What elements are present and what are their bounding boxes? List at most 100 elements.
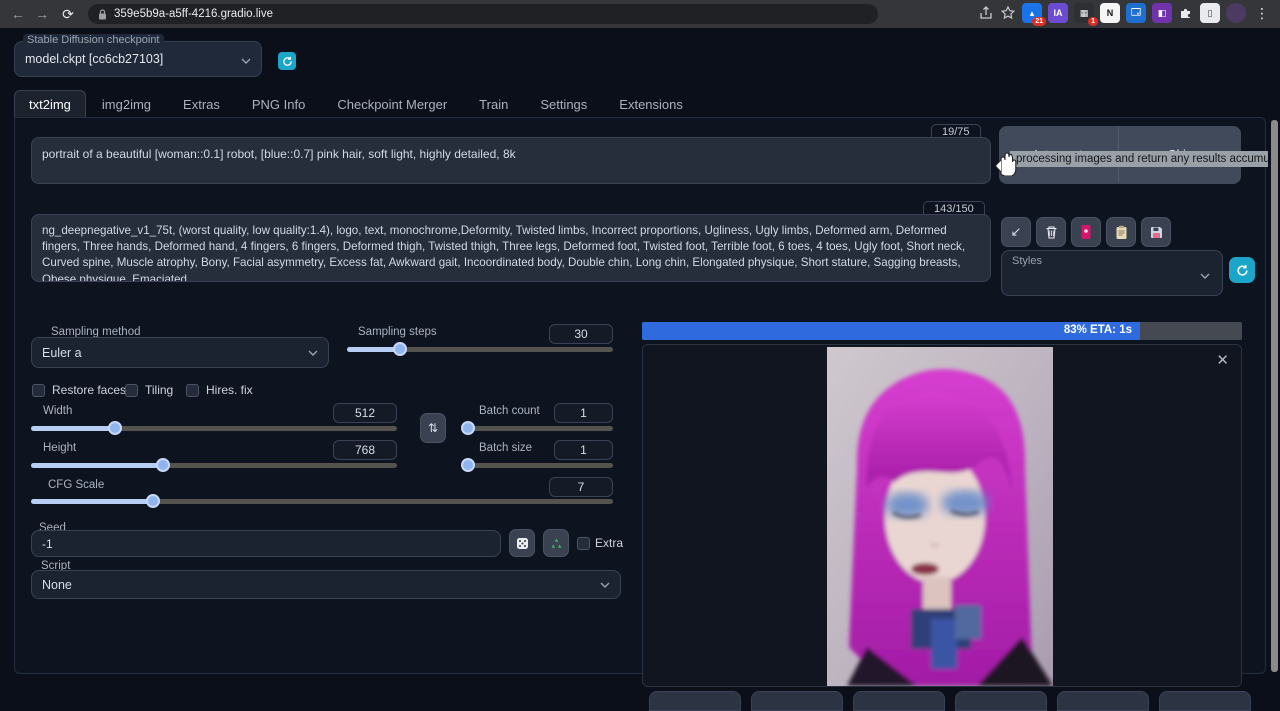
save-style-button[interactable]: [1141, 217, 1171, 247]
bookmark-star-icon[interactable]: [1000, 5, 1016, 21]
restore-faces-checkbox[interactable]: [32, 384, 45, 397]
chevron-down-icon: [308, 350, 318, 356]
save-button[interactable]: [649, 691, 741, 711]
stable-diffusion-webui: Stable Diffusion checkpoint model.ckpt […: [0, 28, 1280, 674]
dice-icon: [516, 537, 529, 550]
extension-badge: 21: [1032, 17, 1046, 26]
sampling-steps-slider[interactable]: [347, 347, 613, 352]
tiling-label: Tiling: [145, 383, 173, 397]
checkpoint-dropdown[interactable]: Stable Diffusion checkpoint model.ckpt […: [14, 41, 262, 77]
tab-txt2img[interactable]: txt2img: [14, 90, 86, 118]
hand-cursor: [992, 146, 1018, 176]
height-label: Height: [43, 442, 76, 454]
sampling-steps-label: Sampling steps: [358, 326, 437, 338]
back-icon[interactable]: ←: [8, 4, 28, 24]
forward-icon[interactable]: →: [32, 4, 52, 24]
page-scrollbar[interactable]: [1271, 120, 1278, 672]
address-bar[interactable]: 359e5b9a-a5ff-4216.gradio.live: [88, 4, 878, 24]
reuse-seed-button[interactable]: [543, 529, 569, 557]
batch-count-value[interactable]: 1: [554, 403, 613, 423]
recycle-icon: [550, 537, 563, 550]
sampling-method-value: Euler a: [42, 346, 82, 360]
random-seed-button[interactable]: [509, 529, 535, 557]
chrome-menu-icon[interactable]: ⋮: [1252, 3, 1272, 23]
side-panel-icon[interactable]: ▯: [1200, 3, 1220, 23]
tab-extras[interactable]: Extras: [167, 91, 236, 118]
send-to-inpaint-button[interactable]: [955, 691, 1047, 711]
seed-input[interactable]: -1: [31, 530, 501, 557]
arrow-icon: ↙: [1011, 225, 1022, 240]
interrupt-tooltip: processing images and return any results…: [1010, 151, 1268, 167]
extension-icon-counter[interactable]: ▴ 21: [1022, 3, 1042, 23]
batch-count-slider[interactable]: [468, 426, 613, 431]
cfg-scale-label: CFG Scale: [48, 479, 104, 491]
width-slider[interactable]: [31, 426, 397, 431]
batch-size-value[interactable]: 1: [554, 440, 613, 460]
tab-train[interactable]: Train: [463, 91, 524, 118]
reload-icon[interactable]: ⟳: [58, 4, 78, 24]
extension-icon-onenote[interactable]: ◧: [1152, 3, 1172, 23]
width-label: Width: [43, 405, 72, 417]
swap-dimensions-button[interactable]: ⇅: [420, 413, 446, 443]
send-to-img2img-button[interactable]: [853, 691, 945, 711]
tab-extensions[interactable]: Extensions: [603, 91, 699, 118]
refresh-checkpoint-button[interactable]: [278, 52, 296, 70]
extension-icon-image[interactable]: 🗔: [1126, 3, 1146, 23]
batch-size-label: Batch size: [479, 442, 532, 454]
url-text: 359e5b9a-a5ff-4216.gradio.live: [114, 8, 273, 20]
send-to-extras-button[interactable]: [1057, 691, 1149, 711]
batch-count-label: Batch count: [479, 405, 540, 417]
checkpoint-value: model.ckpt [cc6cb27103]: [25, 52, 251, 66]
paste-params-button[interactable]: ↙: [1001, 217, 1031, 247]
tab-img2img[interactable]: img2img: [86, 91, 167, 118]
cfg-scale-slider[interactable]: [31, 499, 613, 504]
output-gallery: ✕: [642, 344, 1242, 687]
open-folder-button[interactable]: [1159, 691, 1251, 711]
floppy-save-icon: [1150, 226, 1163, 239]
checkpoint-label: Stable Diffusion checkpoint: [23, 34, 164, 46]
txt2img-panel: 19/75 portrait of a beautiful [woman::0.…: [14, 117, 1266, 674]
tab-settings[interactable]: Settings: [524, 91, 603, 118]
hires-fix-checkbox[interactable]: [186, 384, 199, 397]
extension-badge: 1: [1088, 17, 1098, 26]
card-icon: [1079, 224, 1093, 240]
apply-styles-button[interactable]: [1106, 217, 1136, 247]
save-zip-button[interactable]: [751, 691, 843, 711]
styles-label: Styles: [1012, 255, 1042, 267]
puzzle-extensions-icon[interactable]: [1178, 5, 1194, 21]
negative-prompt-textarea[interactable]: ng_deepnegative_v1_75t, (worst quality, …: [31, 214, 991, 282]
styles-dropdown[interactable]: Styles: [1001, 250, 1223, 296]
seed-extra-label: Extra: [595, 536, 623, 550]
height-slider[interactable]: [31, 463, 397, 468]
seed-extra-checkbox[interactable]: [577, 537, 590, 550]
extension-icon-notion[interactable]: N: [1100, 3, 1120, 23]
close-icon[interactable]: ✕: [1216, 351, 1229, 369]
chevron-down-icon: [241, 58, 251, 64]
sampling-steps-value[interactable]: 30: [549, 324, 613, 344]
cfg-scale-value[interactable]: 7: [549, 477, 613, 497]
width-value[interactable]: 512: [333, 403, 397, 423]
height-value[interactable]: 768: [333, 440, 397, 460]
extension-icon-recorder[interactable]: ▦ 1: [1074, 3, 1094, 23]
clear-prompt-button[interactable]: [1036, 217, 1066, 247]
tab-checkpoint-merger[interactable]: Checkpoint Merger: [321, 91, 463, 118]
script-dropdown[interactable]: None: [31, 570, 621, 599]
hires-fix-label: Hires. fix: [206, 383, 253, 397]
generation-progress-bar: 83% ETA: 1s: [642, 322, 1242, 340]
refresh-styles-button[interactable]: [1229, 257, 1255, 283]
profile-avatar[interactable]: [1226, 3, 1246, 23]
progress-text: 83% ETA: 1s: [1064, 324, 1132, 336]
tab-png-info[interactable]: PNG Info: [236, 91, 321, 118]
batch-size-slider[interactable]: [468, 463, 613, 468]
extra-networks-button[interactable]: [1071, 217, 1101, 247]
browser-chrome: ← → ⟳ 359e5b9a-a5ff-4216.gradio.live ▴ 2…: [0, 0, 1280, 28]
script-value: None: [42, 578, 72, 592]
extension-icon-ia[interactable]: IA: [1048, 3, 1068, 23]
tiling-checkbox[interactable]: [125, 384, 138, 397]
generated-image-preview[interactable]: [827, 347, 1053, 686]
sampling-method-dropdown[interactable]: Euler a: [31, 337, 329, 368]
share-icon[interactable]: [978, 5, 994, 21]
prompt-textarea[interactable]: portrait of a beautiful [woman::0.1] rob…: [31, 137, 991, 184]
swap-arrows-icon: ⇅: [428, 421, 438, 435]
trash-icon: [1045, 225, 1058, 239]
